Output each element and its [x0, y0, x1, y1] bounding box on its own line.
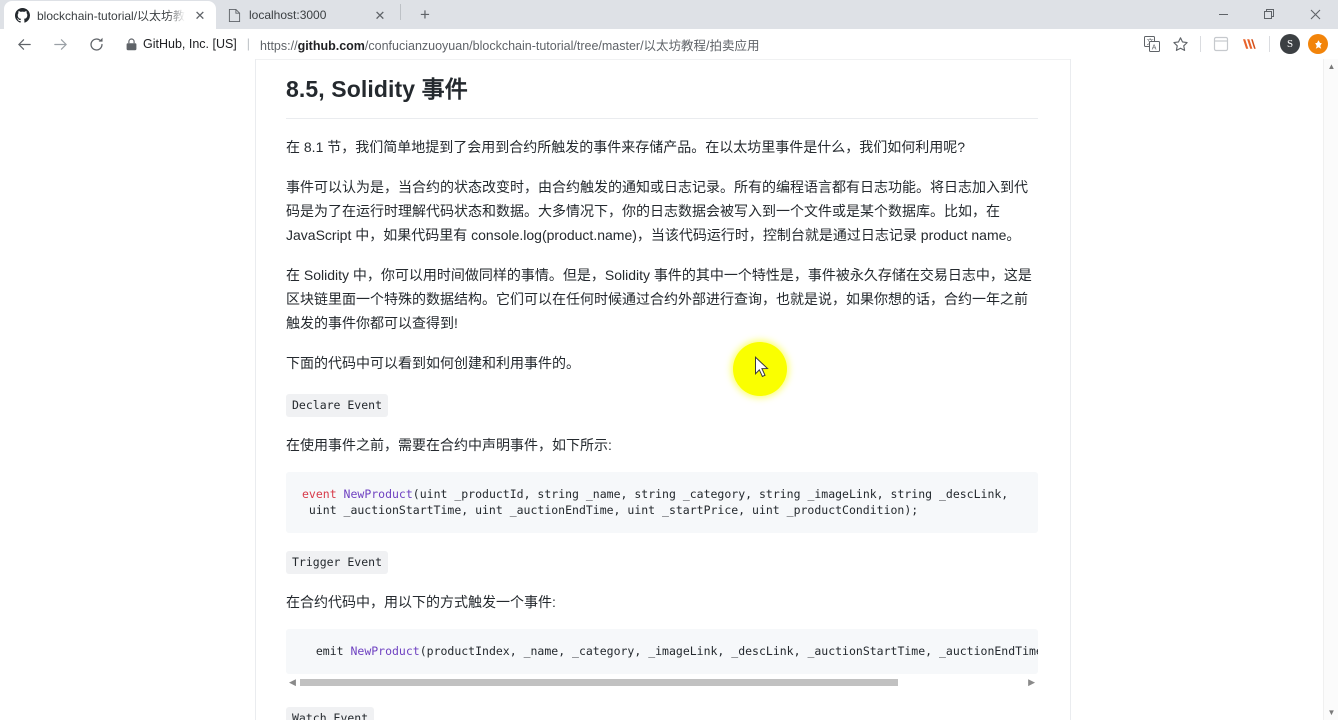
- new-tab-button[interactable]: +: [411, 1, 439, 29]
- profile-initial: S: [1280, 34, 1300, 54]
- browser-tab-active[interactable]: blockchain-tutorial/以太坊教程 ✕: [4, 1, 216, 29]
- forward-button[interactable]: [46, 30, 74, 58]
- article-content: 8.5, Solidity 事件 在 8.1 节，我们简单地提到了会用到合约所触…: [286, 59, 1038, 720]
- window-controls: [1200, 0, 1338, 29]
- bookmark-star-icon[interactable]: [1166, 30, 1194, 58]
- section-declare-event: Declare Event 在使用事件之前，需要在合约中声明事件，如下所示: e…: [286, 376, 1038, 533]
- reading-list-icon[interactable]: [1207, 30, 1235, 58]
- url-domain: github.com: [297, 38, 365, 53]
- page-canvas: 8.5, Solidity 事件 在 8.1 节，我们简单地提到了会用到合约所触…: [0, 59, 1323, 720]
- section-label-declare-event: Declare Event: [286, 393, 389, 417]
- browser-tab-inactive[interactable]: localhost:3000 ✕: [216, 1, 396, 29]
- mouse-cursor-icon: [754, 356, 771, 383]
- url-text: https://github.com/confucianzuoyuan/bloc…: [260, 35, 759, 54]
- tab-strip: blockchain-tutorial/以太坊教程 ✕ localhost:30…: [0, 0, 1338, 29]
- paragraph-4: 下面的代码中可以看到如何创建和利用事件的。: [286, 355, 580, 372]
- url-separator: |: [246, 37, 251, 51]
- url-prefix: https://: [260, 38, 298, 53]
- svg-text:A: A: [1152, 44, 1157, 51]
- tab-close-button[interactable]: ✕: [372, 7, 388, 23]
- maximize-restore-button[interactable]: [1246, 0, 1292, 29]
- tab-title: localhost:3000: [249, 8, 327, 22]
- section-intro-trigger-event: 在合约代码中，用以下的方式触发一个事件:: [286, 593, 556, 610]
- scroll-right-arrow-icon[interactable]: ▶: [1028, 676, 1035, 689]
- scroll-down-arrow-icon[interactable]: ▼: [1324, 705, 1338, 720]
- content-left-border: [255, 59, 256, 720]
- paragraph-3: 在 Solidity 中，你可以用时间做同样的事情。但是，Solidity 事件…: [286, 267, 1032, 332]
- toolbar-icon-group: 文 A: [1138, 30, 1332, 58]
- hscroll-thumb[interactable]: [300, 678, 898, 686]
- code-horizontal-scrollbar[interactable]: ◀ ▶: [286, 675, 1038, 689]
- browser-window: blockchain-tutorial/以太坊教程 ✕ localhost:30…: [0, 0, 1338, 720]
- site-security-label: GitHub, Inc. [US]: [143, 37, 237, 51]
- paragraph-2: 事件可以认为是，当合约的状态改变时，由合约触发的通知或日志记录。所有的编程语言都…: [286, 179, 1028, 244]
- github-icon: [14, 7, 30, 23]
- content-right-border: [1070, 59, 1071, 720]
- url-path: /confucianzuoyuan/blockchain-tutorial/tr…: [364, 38, 760, 53]
- lock-icon: [126, 37, 137, 51]
- toolbar-divider: [1200, 36, 1201, 52]
- address-bar[interactable]: GitHub, Inc. [US] | https://github.com/c…: [118, 31, 1130, 57]
- translate-icon[interactable]: 文 A: [1138, 30, 1166, 58]
- minimize-button[interactable]: [1200, 0, 1246, 29]
- back-button[interactable]: [10, 30, 38, 58]
- section-label-watch-event: Watch Event: [286, 706, 375, 720]
- section-watch-event: Watch Event 这样我们就可以在 js 中监听事件，并进行相应的处理了。…: [286, 689, 1038, 720]
- page-viewport: 8.5, Solidity 事件 在 8.1 节，我们简单地提到了会用到合约所触…: [0, 59, 1338, 720]
- avatar[interactable]: S: [1276, 30, 1304, 58]
- orange-badge: [1308, 34, 1328, 54]
- tab-separator: [400, 3, 401, 20]
- paragraph-1: 在 8.1 节，我们简单地提到了会用到合约所触发的事件来存储产品。在以太坊里事件…: [286, 138, 966, 155]
- section-intro-declare-event: 在使用事件之前，需要在合约中声明事件，如下所示:: [286, 436, 612, 453]
- code-block-trigger-event[interactable]: emit NewProduct(productIndex, _name, _ca…: [286, 629, 1038, 674]
- close-window-button[interactable]: [1292, 0, 1338, 29]
- page-title: 8.5, Solidity 事件: [286, 59, 1038, 119]
- reload-button[interactable]: [82, 30, 110, 58]
- tab-close-button[interactable]: ✕: [192, 7, 208, 23]
- extension-icon[interactable]: [1235, 30, 1263, 58]
- section-trigger-event: Trigger Event 在合约代码中，用以下的方式触发一个事件: emit …: [286, 533, 1038, 689]
- section-label-trigger-event: Trigger Event: [286, 550, 389, 574]
- tab-title: blockchain-tutorial/以太坊教程: [37, 8, 185, 23]
- scroll-up-arrow-icon[interactable]: ▲: [1324, 59, 1338, 74]
- browser-toolbar: GitHub, Inc. [US] | https://github.com/c…: [0, 29, 1338, 59]
- page-vertical-scrollbar[interactable]: ▲ ▼: [1323, 59, 1338, 720]
- toolbar-divider-2: [1269, 36, 1270, 52]
- scroll-left-arrow-icon[interactable]: ◀: [289, 676, 296, 689]
- page-icon: [226, 7, 242, 23]
- orange-extension-icon[interactable]: [1304, 30, 1332, 58]
- code-block-declare-event[interactable]: event NewProduct(uint _productId, string…: [286, 471, 1038, 533]
